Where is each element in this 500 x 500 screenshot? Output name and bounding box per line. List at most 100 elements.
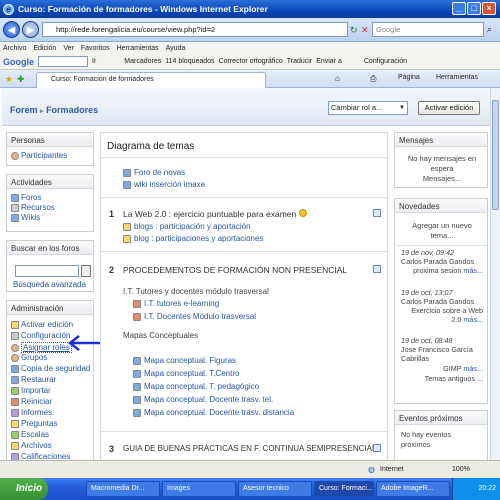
menu-ver[interactable]: Ver <box>63 45 74 52</box>
topic2-subheading: Mapas Conceptuales <box>123 331 199 340</box>
admin-restore-link[interactable]: Restaurar <box>11 375 56 384</box>
admin-scales-link[interactable]: Escalas <box>11 430 49 439</box>
topic2-item-label: I.T. tutores e-learning <box>144 299 220 308</box>
admin-settings-link[interactable]: Configuración <box>11 331 70 340</box>
forward-button[interactable]: ▶ <box>22 21 39 38</box>
translate-button[interactable]: Traducir <box>287 58 312 65</box>
topic2-map-label: Mapa conceptual. Figuras <box>144 356 237 365</box>
advanced-search-link[interactable]: Búsqueda avanzada <box>13 280 86 289</box>
image-icon <box>133 356 141 365</box>
page-menu[interactable]: Página <box>398 74 420 81</box>
add-favorites-icon[interactable]: ✚ <box>17 74 25 85</box>
spellcheck-button[interactable]: Corrector ortográfico <box>219 58 283 65</box>
topic2-map-item[interactable]: Mapa conceptual. Docente trasv. tel. <box>133 395 273 404</box>
forum-search-button[interactable] <box>81 265 91 277</box>
topic2-map-item[interactable]: Mapa conceptual. Figuras <box>133 356 236 365</box>
image-icon <box>133 395 141 404</box>
admin-item-label: Calificaciones <box>21 452 71 460</box>
role-select[interactable]: Cambiar rol a... ▼ <box>328 101 408 115</box>
vertical-scrollbar[interactable] <box>490 88 500 460</box>
messages-link[interactable]: Mensajes... <box>399 174 485 183</box>
task-button[interactable]: Macromedia Dr... <box>86 481 160 497</box>
back-button[interactable]: ◀ <box>3 21 20 38</box>
edit-mode-button[interactable]: Activar edición <box>418 101 480 115</box>
search-input[interactable]: Google <box>372 22 484 37</box>
topic2-item[interactable]: I.T. Docentes Módulo trasversal <box>133 312 256 321</box>
tools-menu[interactable]: Herramientas <box>436 74 478 81</box>
participants-link[interactable]: Participantes <box>11 151 67 160</box>
admin-edit-link[interactable]: Activar edición <box>11 320 73 329</box>
topic1-item[interactable]: blog : participaciones y aportaciones <box>123 234 263 243</box>
task-button[interactable]: Images <box>162 481 236 497</box>
add-topic-link[interactable]: Agregar un nuevo <box>399 221 485 230</box>
minimize-button[interactable]: _ <box>452 2 466 15</box>
blog-icon <box>123 234 131 243</box>
menu-archivo[interactable]: Archivo <box>3 45 26 52</box>
url-input[interactable]: http://rede.forengalicia.eu/course/view.… <box>42 22 348 37</box>
search-icon[interactable]: ⌕ <box>487 24 492 35</box>
menu-ayuda[interactable]: Ayuda <box>166 45 186 52</box>
url-text: http://rede.forengalicia.eu/course/view.… <box>56 25 216 34</box>
topic-edit-icon[interactable] <box>373 209 381 217</box>
news-more-link[interactable]: más... <box>463 364 483 373</box>
menu-edicion[interactable]: Edición <box>33 45 56 52</box>
add-topic-link[interactable]: tema... <box>399 231 485 240</box>
folder-icon <box>11 441 19 450</box>
news-more-link[interactable]: más... <box>463 315 483 324</box>
admin-questions-link[interactable]: Preguntas <box>11 419 57 428</box>
favorites-star-icon[interactable]: ★ <box>5 74 13 85</box>
task-button[interactable]: Asesor tecnico <box>238 481 312 497</box>
topic1-item[interactable]: blogs : participación y aportación <box>123 222 251 231</box>
scales-icon <box>11 430 19 439</box>
print-icon[interactable]: ⎙ <box>370 74 376 84</box>
older-topics-link[interactable]: Temas antiguos ... <box>401 374 483 384</box>
topic-edit-icon[interactable] <box>373 444 381 452</box>
admin-assign-roles-link[interactable]: Asignar roles <box>11 342 72 353</box>
forum-icon <box>11 193 19 202</box>
google-settings-button[interactable]: Configuración <box>364 58 407 65</box>
topic2-map-item[interactable]: Mapa conceptual. T. pedagógico <box>133 382 259 391</box>
topic2-item[interactable]: I.T. tutores e-learning <box>133 299 219 308</box>
task-button[interactable]: Adobe ImageR... <box>376 481 450 497</box>
topic0-item[interactable]: Foro de novas <box>123 168 185 177</box>
wikis-link[interactable]: Wikis <box>11 213 40 222</box>
forums-link[interactable]: Foros <box>11 193 41 202</box>
activities-block-title: Actividades <box>7 175 93 189</box>
send-to-button[interactable]: Enviar a <box>316 58 342 65</box>
admin-reports-link[interactable]: Informes <box>11 408 52 417</box>
news-more-link[interactable]: más... <box>463 266 483 275</box>
task-button[interactable]: Curso: Formaci... <box>314 481 374 497</box>
maximize-button[interactable]: □ <box>467 2 481 15</box>
tab-course[interactable]: Curso: Formación de formadores <box>36 72 266 88</box>
admin-groups-link[interactable]: Grupos <box>11 353 47 362</box>
stop-icon[interactable]: ✕ <box>361 25 369 36</box>
admin-reset-link[interactable]: Reiniciar <box>11 397 52 406</box>
topic0-item[interactable]: wiki inserción imaxe <box>123 180 205 189</box>
refresh-icon[interactable]: ↻ <box>350 25 358 36</box>
topic2-map-item[interactable]: Mapa conceptual. T.Centro <box>133 369 239 378</box>
menu-herramientas[interactable]: Herramientas <box>117 45 159 52</box>
google-logo: Google <box>3 56 34 67</box>
menu-favoritos[interactable]: Favoritos <box>81 45 110 52</box>
forum-search-input[interactable] <box>15 265 79 277</box>
popups-blocked[interactable]: 114 bloqueados <box>165 58 214 65</box>
start-button[interactable]: Inicio <box>0 478 48 500</box>
topic2-number: 2 <box>109 265 115 275</box>
groups-icon <box>11 353 19 362</box>
zoom-level[interactable]: 100% <box>452 466 470 473</box>
topic-edit-icon[interactable] <box>373 265 381 273</box>
google-go-button[interactable]: Ir <box>92 58 96 65</box>
scrollbar-thumb[interactable] <box>492 100 499 210</box>
bookmarks-button[interactable]: Marcadores <box>124 58 161 65</box>
topic2-map-item[interactable]: Mapa conceptual. Docente trasv. distanci… <box>133 408 294 417</box>
resources-link[interactable]: Recursos <box>11 203 55 212</box>
close-button[interactable]: × <box>482 2 496 15</box>
admin-import-link[interactable]: Importar <box>11 386 51 395</box>
home-icon[interactable]: ⌂ <box>335 74 340 83</box>
admin-files-link[interactable]: Archivos <box>11 441 52 450</box>
topic1-title-text: La Web 2.0 : ejercicio puntuable para ex… <box>123 209 297 219</box>
admin-grades-link[interactable]: Calificaciones <box>11 452 70 460</box>
google-search-input[interactable] <box>38 56 88 67</box>
breadcrumb-home[interactable]: Forem <box>10 105 38 115</box>
admin-backup-link[interactable]: Copia de seguridad <box>11 364 90 373</box>
